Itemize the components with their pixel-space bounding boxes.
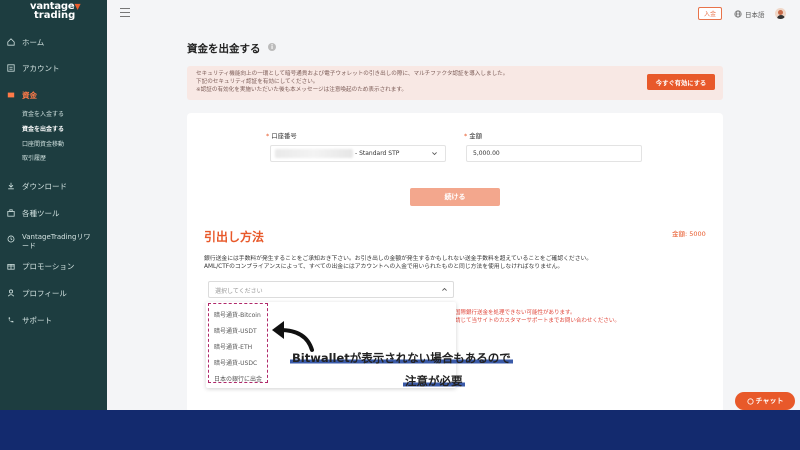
- highlight-box: [208, 303, 268, 383]
- withdraw-method-title: 引出し方法: [204, 230, 265, 244]
- method-description: 銀行送金には手数料が発生することをご承知おき下さい。お引き出しの金額が発生するか…: [204, 256, 593, 271]
- bottom-bar: [0, 410, 800, 450]
- sidebar-item-account[interactable]: アカウント: [7, 62, 105, 74]
- annotation-line-1: Bitwalletが表示されない場合もあるので: [290, 351, 513, 365]
- sidebar: vantage▼ trading ホーム アカウント 資金 資金を入金する 資金…: [0, 0, 107, 410]
- account-icon: [7, 64, 15, 72]
- security-notice: セキュリティ機能向上の一環として暗号通貨および電子ウォレットの引き出しの際に、マ…: [187, 66, 723, 100]
- method-amount: 金額: 5000: [672, 230, 706, 238]
- top-bar: [107, 0, 800, 28]
- info-icon[interactable]: i: [268, 43, 276, 51]
- sidebar-item-reward[interactable]: VantageTradingリワード: [7, 233, 105, 253]
- sidebar-item-promotion[interactable]: プロモーション: [7, 260, 105, 272]
- page-title: 資金を出金する: [187, 43, 261, 55]
- chevron-down-icon: [432, 152, 437, 156]
- globe-icon: [734, 10, 742, 18]
- sidebar-sub-deposit[interactable]: 資金を入金する: [22, 109, 64, 119]
- promotion-icon: [7, 262, 15, 270]
- chat-button[interactable]: チャット: [735, 392, 795, 410]
- sidebar-sub-history[interactable]: 取引履歴: [22, 153, 46, 163]
- method-select[interactable]: 選択してください: [208, 281, 454, 298]
- sidebar-item-home[interactable]: ホーム: [7, 36, 105, 48]
- account-number-redacted: [275, 149, 353, 158]
- sidebar-sub-transfer[interactable]: 口座間資金移動: [22, 139, 64, 149]
- brand-logo[interactable]: vantage▼ trading: [30, 2, 90, 21]
- deposit-button[interactable]: 入金: [698, 7, 722, 20]
- home-icon: [7, 38, 15, 46]
- download-icon: [7, 182, 15, 190]
- enable-now-button[interactable]: 今すぐ有効にする: [647, 74, 715, 90]
- sidebar-item-tools[interactable]: 各種ツール: [7, 207, 105, 219]
- sidebar-item-download[interactable]: ダウンロード: [7, 180, 105, 192]
- avatar[interactable]: [775, 8, 786, 19]
- annotation-line-2: 注意が必要: [403, 374, 465, 388]
- profile-icon: [7, 289, 15, 297]
- continue-button[interactable]: 続ける: [410, 188, 500, 206]
- amount-label: * 金額: [464, 132, 483, 140]
- menu-icon[interactable]: [120, 8, 130, 18]
- method-warning: 国際銀行送金を処理できない可能性があります。 請じて当サイトのカスタマーサポート…: [455, 310, 620, 325]
- sidebar-item-profile[interactable]: プロフィール: [7, 287, 105, 299]
- language-selector[interactable]: 日本語: [734, 9, 765, 19]
- chat-bubble-icon: [746, 397, 754, 405]
- funds-icon: [7, 91, 15, 99]
- logo-mark-icon: ▼: [74, 2, 81, 11]
- support-icon: [7, 316, 15, 324]
- account-select[interactable]: - Standard STP: [270, 145, 446, 162]
- amount-input[interactable]: 5,000.00: [466, 145, 642, 162]
- tools-icon: [7, 209, 15, 217]
- sidebar-sub-withdraw[interactable]: 資金を出金する: [22, 124, 64, 134]
- reward-icon: [7, 235, 15, 243]
- sidebar-item-support[interactable]: サポート: [7, 314, 105, 326]
- chevron-up-icon: [442, 287, 447, 291]
- sidebar-item-funds[interactable]: 資金: [7, 89, 105, 101]
- account-label: * 口座番号: [266, 132, 297, 140]
